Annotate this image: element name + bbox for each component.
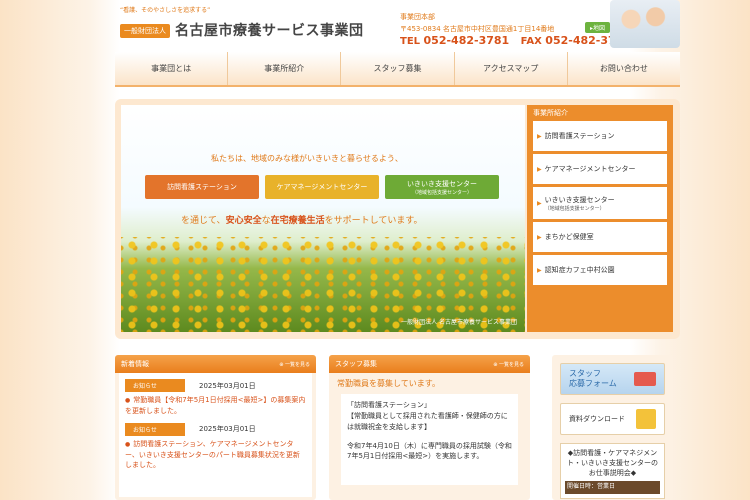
download-button[interactable]: 資料ダウンロード [560,403,665,435]
staff-text: 令和7年4月10日（木）に専門職員の採用試験（令和7年5月1日付採用<最短>）を… [347,441,512,461]
info-session-hours: 開催日時：営業日 [565,481,660,495]
hero-subtext: を通じて、安心安全な在宅療養生活をサポートしています。 [181,213,422,226]
office-link-label: ケアマネージメントセンター [544,165,636,173]
download-label: 資料ダウンロード [569,415,625,423]
hero-button-support-center[interactable]: いきいき支援センター （地域包括支援センター） [385,175,499,199]
chevron-right-icon: ▶ [537,199,542,207]
hero-button-label: ケアマネージメントセンター [276,183,368,191]
hero-button-care-management[interactable]: ケアマネージメントセンター [265,175,379,199]
staff-text: 【常勤職員として採用された看護師・保健師の方には就職祝金を支給します】 [347,411,508,431]
list-item: お知らせ 2025年03月01日 ● 常勤職員【令和7年5月1日付採用<最短>】の… [125,379,306,417]
mail-icon [634,372,656,386]
org-type-badge: 一般財団法人 [120,24,170,38]
chevron-right-icon: ▶ [537,165,542,173]
office-link-text: いきいき支援センター （地域包括支援センター） [545,195,615,212]
news-date: 2025年03月01日 [199,425,256,434]
hero-service-buttons: 訪問看護ステーション ケアマネージメントセンター いきいき支援センター （地域包… [145,175,499,199]
info-session-box[interactable]: ◆訪問看護・ケアマネジメント・いきいき支援センターのお仕事説明会◆ 開催日時：営… [560,443,665,500]
office-link-support-center[interactable]: ▶ いきいき支援センター （地域包括支援センター） [533,187,667,219]
news-header: 新着情報 ⊕ 一覧を見る [115,355,316,373]
office-link-care-management[interactable]: ▶ ケアマネージメントセンター [533,154,667,184]
recruit-form-button[interactable]: スタッフ 応募フォーム [560,363,665,395]
arrow-right-icon: ● [125,397,131,404]
recruit-form-line2: 応募フォーム [569,379,617,388]
fax-label: FAX [520,36,542,47]
office-address: 〒453-0834 名古屋市中村区豊国通1丁目14番地 [400,25,555,33]
office-link-label: 認知症カフェ中村公園 [544,266,615,274]
contact-phone: TEL 052-482-3781 FAX 052-482-3785 [400,34,639,47]
news-date: 2025年03月01日 [199,381,256,390]
arrow-right-icon: ● [125,440,131,448]
hero-button-sublabel: （地域包括支援センター） [411,189,472,196]
hero-sub-suffix: をサポートしています。 [324,216,423,226]
nav-recruit[interactable]: スタッフ募集 [341,52,455,85]
recruit-form-label: スタッフ 応募フォーム [569,369,617,388]
map-button[interactable]: ▸地図 [585,22,611,33]
recruit-form-line1: スタッフ [569,369,601,379]
hero-button-nursing[interactable]: 訪問看護ステーション [145,175,259,199]
staff-header: スタッフ募集 ⊕ 一覧を見る [329,355,530,373]
hero-sub-em1: 安心安全 [225,216,262,226]
office-link-label: いきいき支援センター [544,195,615,204]
document-icon [636,409,656,429]
news-link[interactable]: ● 常勤職員【令和7年5月1日付採用<最短>】の募集案内を更新しました。 [125,395,306,417]
news-tag: お知らせ [125,422,185,436]
staff-panel: スタッフ募集 ⊕ 一覧を見る 常勤職員を募集しています。 「訪問看護ステーション… [329,355,530,500]
tel-label: TEL [400,36,421,47]
office-sidebar: 事業所紹介 ▶ 訪問看護ステーション ▶ ケアマネージメントセンター ▶ いきい… [527,105,673,332]
office-link-sublabel: （地域包括支援センター） [544,205,605,212]
chevron-right-icon: ▶ [537,266,542,274]
hero-sub-em2: 在宅療養生活 [270,216,325,226]
office-link-dementia-cafe[interactable]: ▶ 認知症カフェ中村公園 [533,255,667,285]
staff-more-link[interactable]: ⊕ 一覧を見る [493,361,524,368]
news-text: 常勤職員【令和7年5月1日付採用<最短>】の募集案内を更新しました。 [125,396,306,415]
global-nav: 事業団とは 事業所紹介 スタッフ募集 アクセスマップ お問い合わせ [115,52,680,87]
tagline: “看護、そのやさしさを追求する” [120,7,211,14]
side-panel: スタッフ 応募フォーム 資料ダウンロード ◆訪問看護・ケアマネジメント・いきいき… [552,355,673,500]
office-link-label: 訪問看護ステーション [544,132,615,140]
office-sidebar-title: 事業所紹介 [533,109,568,117]
office-link-health-room[interactable]: ▶ まちかど保健室 [533,222,667,252]
hero-caption: 一般財団法人 名古屋市療養サービス事業団 [401,319,517,326]
hero-sub-mid: な [261,216,271,226]
staff-heading: 「訪問看護ステーション」 [347,401,431,409]
news-title: 新着情報 [121,360,149,368]
staff-body: 「訪問看護ステーション」 【常勤職員として採用された看護師・保健師の方には就職祝… [341,394,518,485]
hero-section: 私たちは、地域のみな様がいきいきと暮らせるよう、 訪問看護ステーション ケアマネ… [115,99,680,339]
nav-offices[interactable]: 事業所紹介 [228,52,342,85]
office-label: 事業団本部 [400,13,435,21]
news-panel: 新着情報 ⊕ 一覧を見る お知らせ 2025年03月01日 ● 常勤職員【令和7年… [115,355,316,500]
news-list: お知らせ 2025年03月01日 ● 常勤職員【令和7年5月1日付採用<最短>】の… [119,373,312,497]
site-header: “看護、そのやさしさを追求する” 一般財団法人 名古屋市療養サービス事業団 事業… [115,0,680,52]
nav-about[interactable]: 事業団とは [115,52,229,85]
news-dateline: お知らせ 2025年03月01日 [125,379,306,392]
staff-lead: 常勤職員を募集しています。 [329,373,530,394]
news-link[interactable]: ● 訪問看護ステーション、ケアマネージメントセンター、いきいき支援センターのパート… [125,439,306,472]
hero-lead: 私たちは、地域のみな様がいきいきと暮らせるよう、 [211,154,403,163]
news-text: 訪問看護ステーション、ケアマネージメントセンター、いきいき支援センターのパート職… [125,439,300,470]
nav-contact[interactable]: お問い合わせ [568,52,680,85]
chevron-right-icon: ▶ [537,233,542,241]
hero-sub-prefix: を通じて、 [181,216,226,226]
staff-title: スタッフ募集 [335,360,377,368]
page: “看護、そのやさしさを追求する” 一般財団法人 名古屋市療養サービス事業団 事業… [115,0,680,500]
info-session-text: ◆訪問看護・ケアマネジメント・いきいき支援センターのお仕事説明会◆ [567,449,658,478]
chevron-right-icon: ▶ [537,132,542,140]
hero-button-label: いきいき支援センター [407,179,477,188]
header-staff-photo [610,0,680,48]
hero-button-label: 訪問看護ステーション [167,183,237,191]
office-link-nursing[interactable]: ▶ 訪問看護ステーション [533,121,667,151]
office-link-label: まちかど保健室 [544,233,594,241]
nav-access[interactable]: アクセスマップ [455,52,568,85]
site-logo-title[interactable]: 名古屋市療養サービス事業団 [175,20,364,40]
news-more-link[interactable]: ⊕ 一覧を見る [279,361,310,368]
news-dateline: お知らせ 2025年03月01日 [125,422,306,436]
tel-number[interactable]: 052-482-3781 [424,34,510,47]
news-tag: お知らせ [125,379,185,392]
list-item: お知らせ 2025年03月01日 ● 訪問看護ステーション、ケアマネージメントセン… [125,422,306,472]
hero-banner: 私たちは、地域のみな様がいきいきと暮らせるよう、 訪問看護ステーション ケアマネ… [121,105,525,332]
